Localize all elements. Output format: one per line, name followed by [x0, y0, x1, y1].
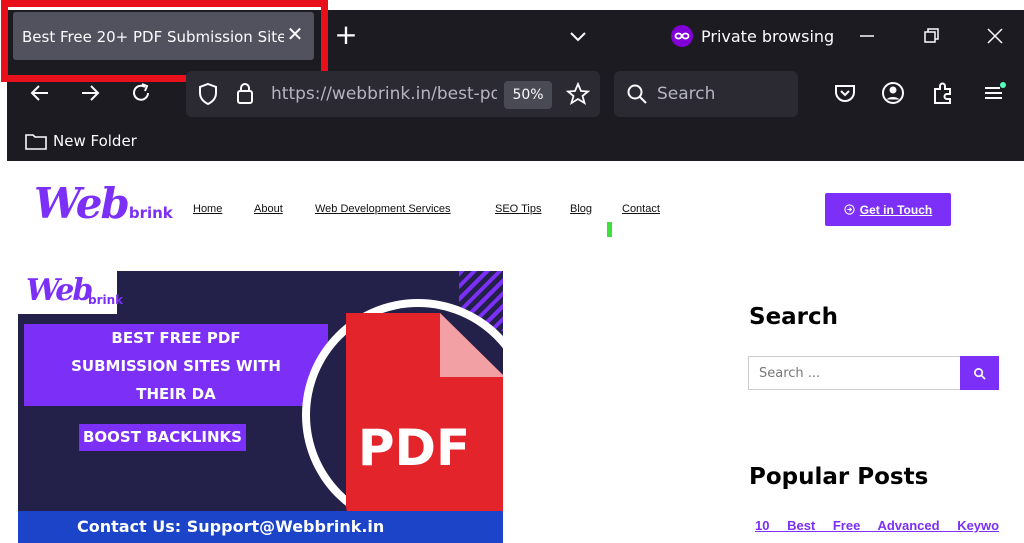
active-tab[interactable]: Best Free 20+ PDF Submission Sites w ✕	[13, 12, 314, 60]
account-icon[interactable]	[880, 80, 906, 106]
reload-icon[interactable]	[128, 80, 154, 106]
bookmarks-toolbar: New Folder	[7, 126, 1024, 161]
hero-logo-brink: brink	[88, 293, 124, 307]
minimize-icon[interactable]	[855, 24, 879, 48]
popular-posts-title: Popular Posts	[749, 464, 929, 490]
private-mask-icon	[671, 25, 693, 47]
text-cursor-marker	[607, 222, 612, 237]
url-bar[interactable]: https://webbrink.in/best-pd 50%	[186, 71, 600, 117]
shield-icon[interactable]	[197, 82, 219, 106]
arrow-circle-icon	[844, 204, 855, 215]
lock-icon[interactable]	[234, 81, 256, 105]
sidebar-search-input[interactable]: Search ...	[748, 356, 960, 390]
back-icon[interactable]	[27, 80, 53, 106]
restore-icon[interactable]	[919, 24, 943, 48]
get-in-touch-button[interactable]: Get in Touch	[825, 193, 951, 226]
nav-about[interactable]: About	[254, 203, 283, 215]
sidebar-search-placeholder: Search ...	[759, 366, 821, 381]
browser-chrome: Best Free 20+ PDF Submission Sites w ✕ +…	[1, 0, 1024, 161]
featured-image: Web brink BEST FREE PDF SUBMISSION SITES…	[18, 271, 503, 543]
get-in-touch-label: Get in Touch	[859, 202, 933, 217]
search-icon	[627, 84, 647, 104]
zoom-level-button[interactable]: 50%	[504, 81, 552, 109]
pocket-icon[interactable]	[832, 80, 858, 106]
sidebar-search-button[interactable]	[960, 356, 999, 390]
popular-post-link[interactable]: 10 Best Free Advanced Keyword	[755, 518, 999, 533]
bookmark-folder[interactable]: New Folder	[25, 132, 137, 150]
folder-icon	[25, 134, 47, 150]
search-bar[interactable]: Search	[614, 71, 798, 117]
close-window-icon[interactable]	[983, 24, 1007, 48]
navigation-toolbar: https://webbrink.in/best-pd 50% Search	[7, 65, 1024, 121]
logo-web-text: Web	[34, 179, 130, 228]
private-browsing-indicator: Private browsing	[671, 24, 834, 48]
new-tab-icon[interactable]: +	[333, 21, 359, 49]
site-logo[interactable]: Web brink	[34, 179, 173, 229]
close-tab-icon[interactable]: ✕	[283, 22, 307, 46]
logo-brink-text: brink	[128, 204, 173, 222]
search-icon	[974, 367, 986, 380]
nav-blog[interactable]: Blog	[570, 203, 592, 215]
hero-headline: BEST FREE PDF SUBMISSION SITES WITH THEI…	[24, 324, 328, 406]
hero-logo-web: Web	[26, 273, 93, 308]
bookmark-star-icon[interactable]	[566, 82, 590, 106]
nav-web-development-services[interactable]: Web Development Services	[315, 203, 451, 215]
tab-bar: Best Free 20+ PDF Submission Sites w ✕ +…	[1, 0, 1024, 82]
nav-home[interactable]: Home	[193, 203, 222, 215]
bookmark-folder-label: New Folder	[53, 132, 137, 150]
private-browsing-label: Private browsing	[701, 26, 835, 46]
site-header: Web brink Home About Web Development Ser…	[0, 161, 1024, 261]
hero-subheadline: BOOST BACKLINKS	[79, 424, 246, 451]
tab-title: Best Free 20+ PDF Submission Sites w	[22, 28, 284, 46]
pdf-file-icon: PDF	[302, 299, 503, 531]
hero-headline-line-2: SUBMISSION SITES WITH	[71, 357, 281, 375]
nav-seo-tips[interactable]: SEO Tips	[495, 203, 541, 215]
hero-contact-line: Contact Us: Support@Webbrink.in	[18, 511, 503, 543]
pdf-label: PDF	[358, 419, 470, 477]
menu-icon[interactable]	[981, 80, 1007, 106]
hero-headline-line-3: THEIR DA	[136, 385, 216, 403]
hero-headline-line-1: BEST FREE PDF	[111, 329, 241, 347]
search-widget-title: Search	[749, 304, 839, 330]
hero-logo: Web brink	[18, 271, 123, 314]
forward-icon[interactable]	[77, 80, 103, 106]
search-placeholder: Search	[657, 84, 716, 104]
chevron-down-icon[interactable]	[567, 25, 589, 47]
nav-contact[interactable]: Contact	[622, 203, 660, 215]
extensions-icon[interactable]	[930, 80, 956, 106]
url-text[interactable]: https://webbrink.in/best-pd	[271, 84, 497, 104]
